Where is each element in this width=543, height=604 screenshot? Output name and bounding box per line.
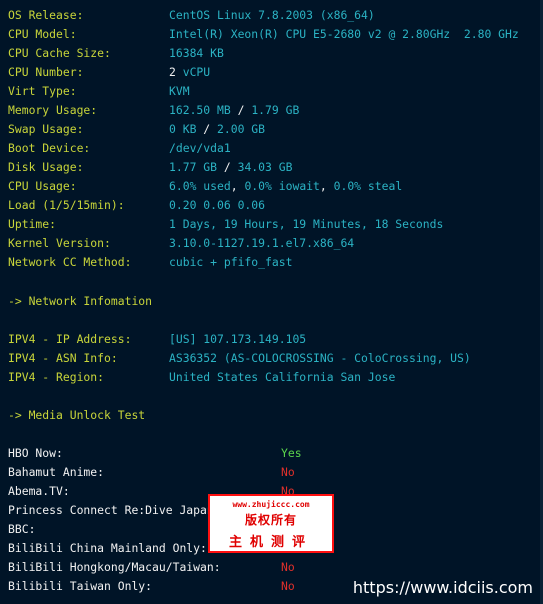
system-value-segment: 0.0% steal xyxy=(333,179,403,193)
system-value-segment: / xyxy=(230,103,252,117)
system-value-segment: 16384 KB xyxy=(169,46,224,60)
watermark-stamp: www.zhujiccc.com 版权所有 主机测评 xyxy=(208,494,334,553)
system-value-segment: vCPU xyxy=(175,65,211,79)
system-value: 3.10.0-1127.19.1.el7.x86_64 xyxy=(169,236,354,250)
system-value-segment: / xyxy=(196,122,218,136)
system-value-segment: KVM xyxy=(169,84,190,98)
system-value: 6.0% used, 0.0% iowait, 0.0% steal xyxy=(169,179,402,193)
media-service-label: BiliBili China Mainland Only: xyxy=(8,541,207,555)
system-value-segment: 1.77 GB xyxy=(169,160,218,174)
watermark-line-1: www.zhujiccc.com xyxy=(232,500,310,509)
media-section-heading: -> Media Unlock Test xyxy=(8,408,146,422)
system-value-segment: cubic + pfifo_fast xyxy=(169,255,293,269)
system-value-segment: 0 KB xyxy=(169,122,197,136)
system-label: CPU Model: xyxy=(8,27,77,41)
network-label: IPV4 - Region: xyxy=(8,370,105,384)
network-section-heading: -> Network Infomation xyxy=(8,294,153,308)
system-value: 1 Days, 19 Hours, 19 Minutes, 18 Seconds xyxy=(169,217,443,231)
terminal-window: OS Release: CentOS Linux 7.8.2003 (x86_64… xyxy=(0,0,543,604)
system-value: 2 vCPU xyxy=(169,65,210,79)
watermark-line-3: 主机测评 xyxy=(228,535,313,550)
system-label: OS Release: xyxy=(8,8,84,22)
system-value-segment: 2 xyxy=(169,65,176,79)
system-label: Swap Usage: xyxy=(8,122,84,136)
system-label: Disk Usage: xyxy=(8,160,84,174)
site-url-watermark: https://www.idciis.com xyxy=(352,578,533,597)
media-service-label: Bahamut Anime: xyxy=(8,465,105,479)
system-value: KVM xyxy=(169,84,190,98)
system-label: Load (1/5/15min): xyxy=(8,198,125,212)
system-value: 0.20 0.06 0.06 xyxy=(169,198,265,212)
system-value-segment: 6.0% used xyxy=(169,179,231,193)
system-value: /dev/vda1 xyxy=(169,141,231,155)
media-service-label: Bilibili Taiwan Only: xyxy=(8,579,153,593)
system-value: cubic + pfifo_fast xyxy=(169,255,292,269)
system-label: CPU Number: xyxy=(8,65,84,79)
system-label: Memory Usage: xyxy=(8,103,98,117)
system-label: Network CC Method: xyxy=(8,255,132,269)
system-value: 1.77 GB / 34.03 GB xyxy=(169,160,292,174)
network-label: IPV4 - IP Address: xyxy=(8,332,132,346)
system-value-segment: CentOS Linux 7.8.2003 (x86_64) xyxy=(169,8,375,22)
system-label: Boot Device: xyxy=(8,141,91,155)
system-label: CPU Cache Size: xyxy=(8,46,111,60)
system-value: Intel(R) Xeon(R) CPU E5-2680 v2 @ 2.80GH… xyxy=(169,27,519,41)
media-result-no: No xyxy=(281,560,295,574)
media-service-label: BBC: xyxy=(8,522,36,536)
media-result-no: No xyxy=(281,579,295,593)
system-value-segment: , xyxy=(230,179,245,193)
media-service-label: Abema.TV: xyxy=(8,484,70,498)
system-label: Kernel Version: xyxy=(8,236,111,250)
media-service-label: Princess Connect Re:Dive Japan: xyxy=(8,503,221,517)
system-value-segment: 1.79 GB xyxy=(251,103,300,117)
system-value-segment: 1 Days, 19 Hours, 19 Minutes, 18 Seconds xyxy=(169,217,444,231)
system-value-segment: 0.0% iowait xyxy=(244,179,320,193)
system-label: Virt Type: xyxy=(8,84,77,98)
system-label: CPU Usage: xyxy=(8,179,77,193)
system-value-segment: /dev/vda1 xyxy=(169,141,231,155)
system-value-segment: Intel(R) Xeon(R) CPU E5-2680 v2 @ 2.80GH… xyxy=(169,27,519,41)
system-value-segment: , xyxy=(319,179,334,193)
watermark-line-2: 版权所有 xyxy=(244,513,297,527)
system-value: CentOS Linux 7.8.2003 (x86_64) xyxy=(169,8,375,22)
media-result-no: No xyxy=(281,465,295,479)
system-value-segment: 2.00 GB xyxy=(217,122,266,136)
media-service-label: BiliBili Hongkong/Macau/Taiwan: xyxy=(8,560,221,574)
network-value: AS36352 (AS-COLOCROSSING - ColoCrossing,… xyxy=(169,351,471,365)
network-value: [US] 107.173.149.105 xyxy=(169,332,307,346)
system-value: 16384 KB xyxy=(169,46,224,60)
system-value-segment: 0.20 0.06 0.06 xyxy=(169,198,266,212)
network-label: IPV4 - ASN Info: xyxy=(8,351,118,365)
media-result-yes: Yes xyxy=(281,446,302,460)
system-value-segment: 162.50 MB xyxy=(169,103,231,117)
system-value: 0 KB / 2.00 GB xyxy=(169,122,265,136)
system-value: 162.50 MB / 1.79 GB xyxy=(169,103,299,117)
network-value: United States California San Jose xyxy=(169,370,396,384)
system-value-segment: 3.10.0-1127.19.1.el7.x86_64 xyxy=(169,236,355,250)
system-label: Uptime: xyxy=(8,217,57,231)
system-value-segment: 34.03 GB xyxy=(237,160,293,174)
system-value-segment: / xyxy=(217,160,238,174)
media-service-label: HBO Now: xyxy=(8,446,63,460)
